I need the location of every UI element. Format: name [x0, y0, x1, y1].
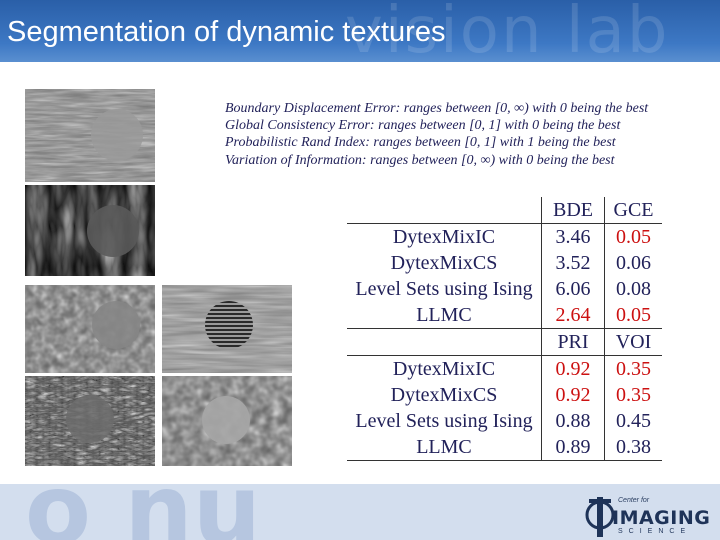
- value-cell: 3.52: [541, 250, 605, 276]
- results-table: BDE GCE DytexMixIC 3.46 0.05 DytexMixCS …: [347, 197, 662, 461]
- texture-thumb-sea: [162, 285, 292, 373]
- metric-note: Probabilistic Rand Index: ranges between…: [225, 134, 705, 151]
- texture-thumb-blocks: [162, 376, 292, 466]
- table-row: LLMC 2.64 0.05: [347, 302, 662, 329]
- logo-science: SCIENCE: [618, 528, 692, 535]
- header-cell-bde: BDE: [541, 197, 605, 224]
- header-cell-pri: PRI: [541, 328, 605, 356]
- logo-imaging: IMAGING: [612, 507, 711, 529]
- footer-watermark: o nu: [25, 484, 262, 540]
- metric-note: Global Consistency Error: ranges between…: [225, 117, 705, 134]
- table-row: DytexMixIC 0.92 0.35: [347, 355, 662, 382]
- value-cell: 0.45: [616, 410, 651, 432]
- method-cell: DytexMixCS: [347, 250, 542, 276]
- metric-notes: Boundary Displacement Error: ranges betw…: [225, 100, 705, 169]
- method-cell: LLMC: [347, 434, 542, 461]
- table-row: DytexMixIC 3.46 0.05: [347, 223, 662, 250]
- slide-title: Segmentation of dynamic textures: [7, 16, 446, 48]
- logo-center-for: Center for: [618, 497, 650, 504]
- method-cell: DytexMixIC: [347, 223, 542, 250]
- method-cell: DytexMixIC: [347, 355, 542, 382]
- table-header-row: PRI VOI: [347, 328, 662, 356]
- table-header-row: BDE GCE: [347, 197, 662, 224]
- grass-texture-image: [25, 376, 155, 466]
- metric-name: Boundary Displacement Error:: [225, 101, 401, 116]
- value-cell: 0.06: [616, 252, 651, 274]
- table-row: LLMC 0.89 0.38: [347, 434, 662, 461]
- table-row: DytexMixCS 0.92 0.35: [347, 382, 662, 408]
- header-cell-voi: VOI: [604, 328, 662, 356]
- imaging-science-logo: Center for IMAGING SCIENCE: [584, 495, 710, 539]
- table-row: DytexMixCS 3.52 0.06: [347, 250, 662, 276]
- water-texture-image: [25, 89, 155, 182]
- method-cell: LLMC: [347, 302, 542, 329]
- blocks-texture-image: [162, 376, 292, 466]
- table-row: Level Sets using Ising 6.06 0.08: [347, 276, 662, 302]
- metric-note: Variation of Information: ranges between…: [225, 152, 705, 169]
- table-row: Level Sets using Ising 0.88 0.45: [347, 408, 662, 434]
- value-cell-best: 0.92: [541, 382, 605, 408]
- value-cell-best: 0.35: [616, 384, 651, 406]
- value-cell-best: 0.05: [616, 226, 651, 248]
- value-cell-best: 0.35: [616, 358, 651, 380]
- value-cell-best: 0.05: [616, 304, 651, 326]
- metric-name: Probabilistic Rand Index:: [225, 135, 370, 151]
- value-cell: 0.88: [541, 408, 605, 434]
- fire-texture-image: [25, 185, 155, 276]
- texture-thumb-water: [25, 89, 155, 182]
- value-cell-best: 0.92: [541, 355, 605, 382]
- header-cell: [347, 328, 542, 356]
- metric-name: Variation of Information:: [225, 152, 367, 168]
- header-cell-gce: GCE: [604, 197, 662, 224]
- speckle-texture-image: [25, 285, 155, 373]
- sea-texture-image: [162, 285, 292, 373]
- value-cell: 0.89: [541, 434, 605, 461]
- texture-thumb-grass: [25, 376, 155, 466]
- value-cell: 0.38: [604, 434, 662, 461]
- metric-range: ranges between [0, ∞) with 0 being the b…: [366, 152, 615, 168]
- metric-note: Boundary Displacement Error: ranges betw…: [225, 100, 705, 117]
- metric-name: Global Consistency Error:: [225, 118, 375, 134]
- method-cell: Level Sets using Ising: [347, 408, 542, 434]
- header-cell: [347, 197, 542, 224]
- texture-thumb-speckle: [25, 285, 155, 373]
- method-cell: Level Sets using Ising: [347, 276, 542, 302]
- value-cell: 6.06: [541, 276, 605, 302]
- metric-range: ranges between [0, ∞) with 0 being the b…: [400, 101, 649, 116]
- texture-thumb-fire: [25, 185, 155, 276]
- value-cell-best: 2.64: [541, 302, 605, 329]
- metric-range: ranges between [0, 1] with 1 being the b…: [369, 135, 616, 151]
- value-cell: 3.46: [541, 223, 605, 250]
- method-cell: DytexMixCS: [347, 382, 542, 408]
- value-cell: 0.08: [616, 278, 651, 300]
- title-bar: vision lab Segmentation of dynamic textu…: [0, 0, 720, 62]
- metric-range: ranges between [0, 1] with 0 being the b…: [374, 118, 621, 134]
